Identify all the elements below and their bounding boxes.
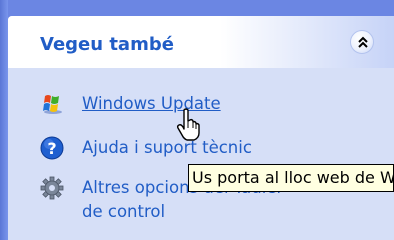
- collapse-button[interactable]: [350, 30, 374, 54]
- panel-title: Vegeu també: [40, 34, 174, 55]
- task-label-other-options-line2: de control: [82, 202, 166, 221]
- hand-pointer-icon: [176, 108, 200, 141]
- gear-icon: [40, 176, 64, 200]
- task-pane-background: [0, 0, 8, 240]
- tooltip: Us porta al lloc web de Windows Update: [188, 164, 394, 192]
- tooltip-text: Us porta al lloc web de Windows Update: [192, 168, 394, 187]
- windows-flag-icon: [40, 92, 64, 116]
- chevron-double-up-icon: [358, 36, 368, 48]
- help-question-icon: ?: [40, 136, 64, 160]
- panel-header[interactable]: Vegeu també: [8, 16, 394, 68]
- svg-text:?: ?: [47, 139, 56, 158]
- task-label-help-support[interactable]: Ajuda i suport tècnic: [82, 138, 252, 157]
